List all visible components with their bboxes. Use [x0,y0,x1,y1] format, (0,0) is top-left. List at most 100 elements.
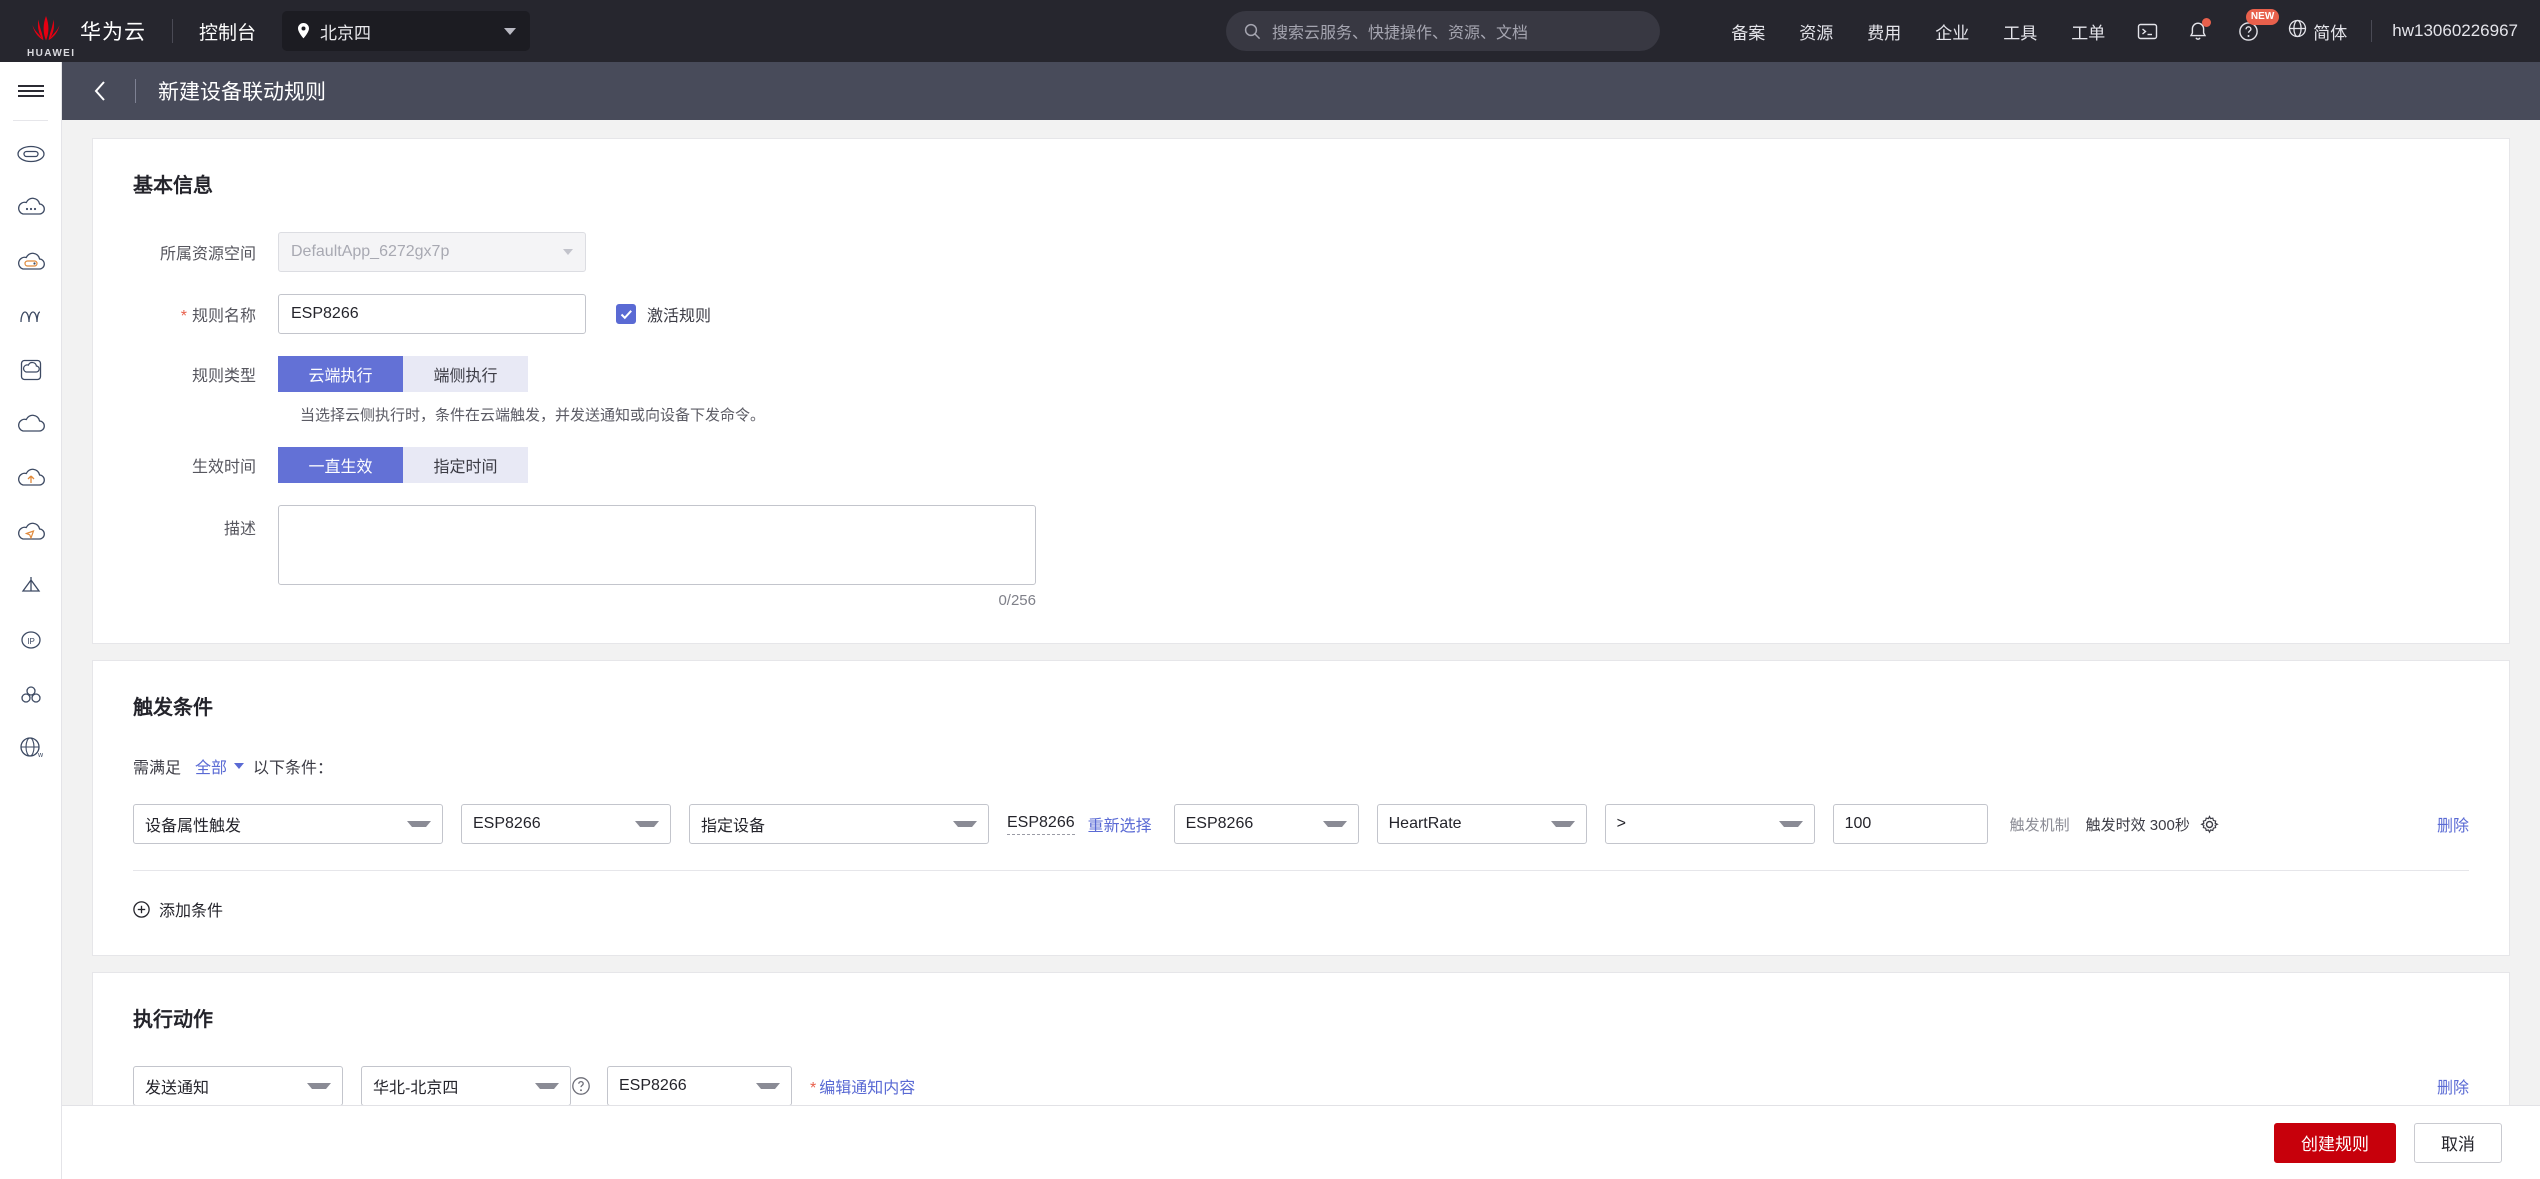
sidebar-item-cloud-storage[interactable] [0,237,61,291]
top-header: HUAWEI 华为云 控制台 北京四 搜索云服务、快捷操作、资源、文档 备案 资… [0,0,2540,62]
nav-tickets[interactable]: 工单 [2071,19,2105,44]
hamburger-bar [17,95,44,97]
network-wave-icon [16,305,46,332]
region-name: 北京四 [320,23,372,43]
help-circle-icon[interactable] [571,1076,591,1096]
condition-device-value: ESP8266 [1185,815,1254,832]
region-selector[interactable]: 北京四 [282,11,531,51]
delete-condition-link[interactable]: 删除 [2437,812,2469,836]
sidebar-item-network-wave[interactable] [0,291,61,345]
header-right-nav: 备案 资源 费用 企业 工具 工单 NEW 简体 hw13060226967 [1714,0,2540,62]
nav-resources[interactable]: 资源 [1799,19,1833,44]
svg-text:w: w [37,752,44,759]
effective-time-option-specified[interactable]: 指定时间 [403,447,528,483]
need-suffix: 以下条件： [253,760,334,777]
sidebar-item-cloud-send[interactable] [0,507,61,561]
add-condition-link[interactable]: 添加条件 [133,897,223,921]
sidebar-divider [13,120,48,121]
sidebar-item-cloud-dots[interactable] [0,183,61,237]
condition-value-input[interactable] [1832,804,1988,844]
description-wrap: 0/256 [278,505,1036,609]
edit-notice-link[interactable]: * 编辑通知内容 [810,1074,915,1098]
sidebar-item-ip[interactable]: IP [0,615,61,669]
rule-name-input[interactable] [278,294,586,334]
trigger-condition-card: 触发条件 需满足 全部 以下条件： 设备属性触发 ESP8266 指定设备 ES… [92,660,2510,956]
server-cloud-icon [16,143,46,170]
action-region-value: 华北-北京四 [373,1080,459,1097]
rule-type-option-edge[interactable]: 端侧执行 [403,356,528,392]
gear-icon[interactable] [2200,814,2219,834]
rule-type-row: 规则类型 云端执行 端侧执行 [133,356,2469,392]
create-rule-button[interactable]: 创建规则 [2274,1122,2396,1163]
delete-action-link[interactable]: 删除 [2437,1074,2469,1098]
huawei-logo[interactable]: HUAWEI 华为云 [0,14,146,59]
action-topic-select[interactable]: ESP8266 [607,1066,792,1106]
condition-device-select[interactable]: ESP8266 [1173,804,1359,844]
nav-billing[interactable]: 费用 [1867,19,1901,44]
trigger-mechanism-value: 触发时效 300秒 [2085,816,2190,834]
execution-action-title: 执行动作 [133,1009,213,1031]
sidebar-item-cloud-frame[interactable] [0,345,61,399]
console-link[interactable]: 控制台 [199,18,256,45]
bell-icon[interactable] [2188,17,2212,42]
nav-beian[interactable]: 备案 [1731,19,1765,44]
condition-property-select[interactable]: HeartRate [1376,804,1587,844]
effective-time-option-always[interactable]: 一直生效 [278,447,403,483]
sidebar-item-cloud-upload[interactable] [0,453,61,507]
cloud-send-icon [16,521,46,548]
description-textarea[interactable] [278,505,1036,585]
cancel-button[interactable]: 取消 [2414,1122,2502,1163]
resource-space-select: DefaultApp_6272gx7p [278,232,586,272]
back-arrow-icon[interactable] [88,74,113,108]
rule-name-label: 规则名称 [133,302,278,326]
chevron-down-icon [407,821,431,827]
notification-dot [2202,17,2212,27]
action-type-select[interactable]: 发送通知 [133,1066,343,1106]
chevron-down-icon [635,821,659,827]
rule-type-option-cloud[interactable]: 云端执行 [278,356,403,392]
cloud-frame-icon [18,358,44,387]
nav-tools[interactable]: 工具 [2003,19,2037,44]
effective-time-segmented: 一直生效 指定时间 [278,447,528,483]
sidebar-item-antenna[interactable] [0,561,61,615]
footer-bar: 创建规则 取消 [62,1105,2540,1179]
condition-scope-dropdown[interactable]: 全部 [195,754,245,778]
hamburger-icon[interactable] [0,62,61,120]
reselect-device-link[interactable]: 重新选择 [1088,812,1152,836]
chevron-down-icon [504,27,517,35]
sidebar-item-server-cloud[interactable] [0,129,61,183]
description-label: 描述 [223,521,256,538]
main-content: 基本信息 所属资源空间 DefaultApp_6272gx7p 规则名称 激活规… [62,120,2540,1179]
cloud-storage-icon [16,251,46,278]
cloud-plain-icon [16,413,46,440]
language-label: 简体 [2313,23,2348,43]
left-sidebar: IP w [0,62,62,1179]
chevron-down-icon [307,1083,331,1089]
help-icon[interactable]: NEW [2238,8,2280,42]
huawei-flower-icon: HUAWEI [26,14,74,59]
cloudshell-icon[interactable] [2137,21,2158,42]
checkbox-box [616,304,636,324]
sidebar-item-cloud-plain[interactable] [0,399,61,453]
language-selector[interactable]: 简体 [2288,19,2347,44]
header-divider [172,19,173,43]
antenna-icon [17,574,45,603]
plus-circle-icon [133,900,150,918]
sidebar-item-globe-w[interactable]: w [0,723,61,777]
resource-space-row: 所属资源空间 DefaultApp_6272gx7p [133,232,2469,272]
condition-target-mode-select[interactable]: 指定设备 [689,804,989,844]
condition-scope-line: 需满足 全部 以下条件： [133,754,2469,778]
condition-type-select[interactable]: 设备属性触发 [133,804,443,844]
condition-operator-select[interactable]: > [1604,804,1815,844]
basic-info-title: 基本信息 [133,175,213,197]
page-title-divider [135,79,136,103]
action-type-value: 发送通知 [145,1080,210,1097]
user-account[interactable]: hw13060226967 [2392,21,2518,41]
activate-rule-checkbox[interactable]: 激活规则 [616,302,711,326]
action-region-select[interactable]: 华北-北京四 [361,1066,571,1106]
global-search[interactable]: 搜索云服务、快捷操作、资源、文档 [1226,11,1660,51]
condition-product-select[interactable]: ESP8266 [461,804,671,844]
sidebar-item-cluster[interactable] [0,669,61,723]
nav-enterprise[interactable]: 企业 [1935,19,1969,44]
description-char-count: 0/256 [998,592,1036,609]
